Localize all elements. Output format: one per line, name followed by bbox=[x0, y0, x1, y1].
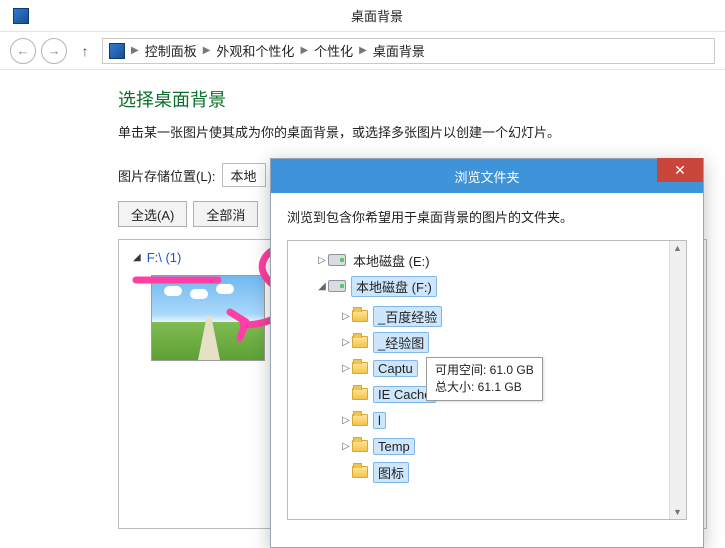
address-icon bbox=[109, 43, 125, 59]
tree-label: 本地磁盘 (E:) bbox=[351, 251, 432, 270]
dialog-body: 浏览到包含你希望用于桌面背景的图片的文件夹。 ▷ 本地磁盘 (E:) ◢ 本地磁… bbox=[271, 193, 703, 534]
tree-label: _经验图 bbox=[373, 332, 429, 353]
address-bar[interactable]: ▶ 控制面板 ▶ 外观和个性化 ▶ 个性化 ▶ 桌面背景 bbox=[102, 38, 715, 64]
back-button[interactable]: ← bbox=[10, 38, 36, 64]
breadcrumb[interactable]: 桌面背景 bbox=[373, 41, 425, 60]
drive-icon bbox=[328, 280, 346, 292]
expand-icon[interactable]: ▷ bbox=[340, 363, 352, 374]
page-description: 单击某一张图片使其成为你的桌面背景，或选择多张图片以创建一个幻灯片。 bbox=[118, 122, 725, 141]
thumbnail-image bbox=[151, 275, 265, 361]
tree-label: Temp bbox=[373, 438, 415, 455]
dialog-titlebar[interactable]: 浏览文件夹 ✕ bbox=[271, 159, 703, 193]
clear-all-button[interactable]: 全部消 bbox=[193, 201, 258, 227]
chevron-right-icon: ▶ bbox=[300, 45, 308, 56]
tree-item-drive-f[interactable]: ◢ 本地磁盘 (F:) bbox=[316, 275, 686, 297]
folder-icon bbox=[352, 310, 368, 322]
collapse-icon[interactable]: ◢ bbox=[316, 281, 328, 292]
tooltip-line2: 总大小: 61.1 GB bbox=[435, 379, 534, 396]
drive-icon bbox=[328, 254, 346, 266]
folder-icon bbox=[352, 414, 368, 426]
tree-label: 图标 bbox=[373, 462, 409, 483]
folder-tree: ▷ 本地磁盘 (E:) ◢ 本地磁盘 (F:) ▷_百度经验 ▷_经验图 ▷Ca bbox=[287, 240, 687, 520]
tree-item-folder[interactable]: 图标 bbox=[340, 461, 686, 483]
tree-item-folder[interactable]: ▷ _经验图 bbox=[340, 331, 686, 353]
tree-item-folder[interactable]: ▷ Temp bbox=[340, 435, 686, 457]
chevron-right-icon: ▶ bbox=[203, 45, 211, 56]
expand-icon[interactable]: ▷ bbox=[340, 415, 352, 426]
breadcrumb[interactable]: 控制面板 bbox=[145, 41, 197, 60]
expand-icon[interactable]: ▷ bbox=[340, 337, 352, 348]
expand-icon[interactable]: ▷ bbox=[340, 311, 352, 322]
tooltip-line1: 可用空间: 61.0 GB bbox=[435, 362, 534, 379]
up-button[interactable]: ↑ bbox=[74, 43, 96, 59]
chevron-right-icon: ▶ bbox=[131, 45, 139, 56]
image-thumbnail[interactable]: ✓ bbox=[151, 275, 265, 361]
folder-icon bbox=[352, 440, 368, 452]
browse-folder-dialog: 浏览文件夹 ✕ 浏览到包含你希望用于桌面背景的图片的文件夹。 ▷ 本地磁盘 (E… bbox=[270, 158, 704, 548]
breadcrumb[interactable]: 外观和个性化 bbox=[216, 41, 294, 60]
folder-icon bbox=[352, 336, 368, 348]
tree-item-folder[interactable]: ▷l bbox=[340, 409, 686, 431]
forward-button[interactable]: → bbox=[41, 38, 67, 64]
tree-label: 本地磁盘 (F:) bbox=[351, 276, 437, 297]
window-titlebar: 桌面背景 bbox=[0, 0, 725, 32]
tree-label: l bbox=[373, 412, 386, 429]
app-icon bbox=[13, 8, 29, 24]
location-label: 图片存储位置(L): bbox=[118, 166, 216, 185]
tree-label: Captu bbox=[373, 360, 418, 377]
collapse-icon: ◢ bbox=[133, 252, 141, 263]
breadcrumb[interactable]: 个性化 bbox=[314, 41, 353, 60]
group-label: F:\ (1) bbox=[147, 250, 182, 265]
navigation-bar: ← → ↑ ▶ 控制面板 ▶ 外观和个性化 ▶ 个性化 ▶ 桌面背景 bbox=[0, 32, 725, 70]
folder-icon bbox=[352, 362, 368, 374]
window-title: 桌面背景 bbox=[29, 6, 725, 25]
folder-icon bbox=[352, 388, 368, 400]
tree-item-drive-e[interactable]: ▷ 本地磁盘 (E:) bbox=[316, 249, 686, 271]
tree-label: _百度经验 bbox=[373, 306, 442, 327]
location-combo[interactable]: 本地 bbox=[222, 163, 266, 187]
folder-icon bbox=[352, 466, 368, 478]
dialog-instruction: 浏览到包含你希望用于桌面背景的图片的文件夹。 bbox=[287, 207, 687, 226]
dialog-close-button[interactable]: ✕ bbox=[657, 158, 703, 182]
page-title: 选择桌面背景 bbox=[118, 86, 725, 112]
tree-item-folder[interactable]: ▷ _百度经验 bbox=[340, 305, 686, 327]
expand-icon[interactable]: ▷ bbox=[340, 441, 352, 452]
chevron-right-icon: ▶ bbox=[359, 45, 367, 56]
expand-icon[interactable]: ▷ bbox=[316, 255, 328, 266]
drive-tooltip: 可用空间: 61.0 GB 总大小: 61.1 GB bbox=[426, 357, 543, 401]
dialog-title: 浏览文件夹 bbox=[454, 167, 519, 186]
select-all-button[interactable]: 全选(A) bbox=[118, 201, 187, 227]
